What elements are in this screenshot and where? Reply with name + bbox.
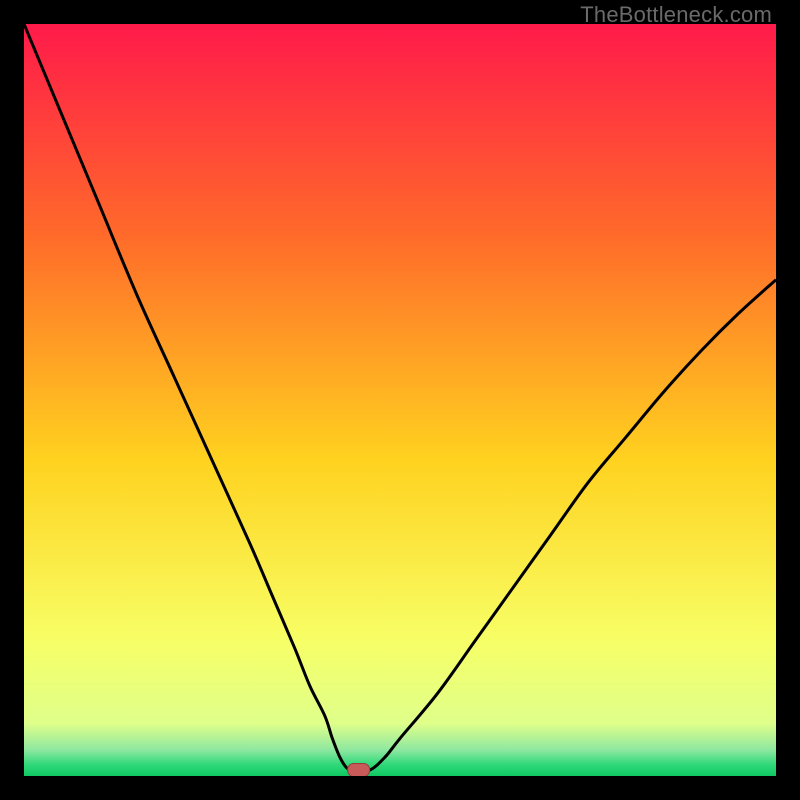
gradient-background bbox=[24, 24, 776, 776]
optimal-point-marker bbox=[348, 763, 370, 776]
watermark-text: TheBottleneck.com bbox=[580, 2, 772, 28]
chart-frame bbox=[24, 24, 776, 776]
bottleneck-chart bbox=[24, 24, 776, 776]
